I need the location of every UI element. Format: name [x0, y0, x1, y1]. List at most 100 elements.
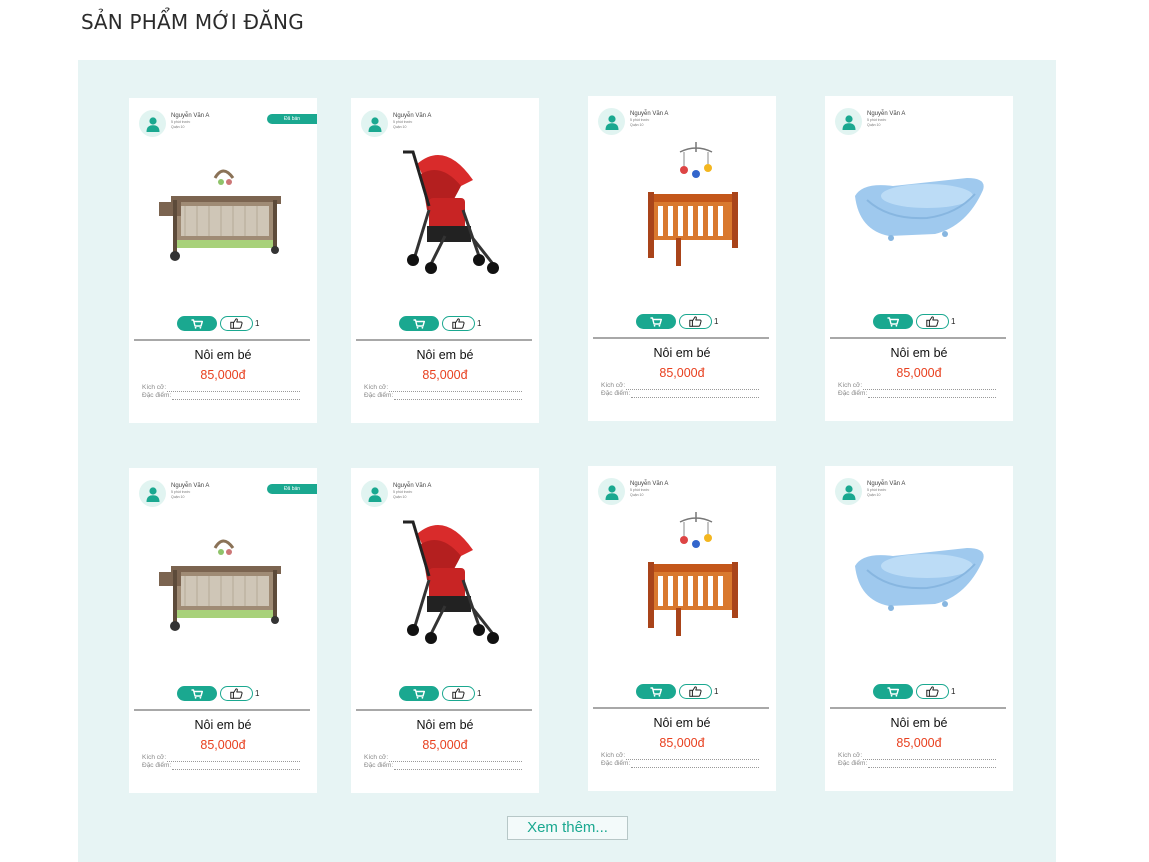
product-image-bathtub[interactable]: [849, 138, 989, 278]
like-count: 1: [951, 317, 956, 326]
like-button[interactable]: [916, 684, 949, 699]
product-image-bathtub[interactable]: [849, 508, 989, 648]
seller-name[interactable]: Nguyễn Văn A: [393, 113, 431, 119]
seller-name[interactable]: Nguyễn Văn A: [171, 483, 209, 489]
like-button[interactable]: [442, 686, 475, 701]
posted-time: 5 phút trước: [867, 487, 887, 492]
like-count: 1: [255, 689, 260, 698]
product-actions: 1: [636, 684, 718, 699]
product-card[interactable]: Nguyễn Văn A 5 phút trước Quận 10 Đã bán: [129, 98, 317, 423]
like-count: 1: [714, 687, 719, 696]
product-image-crib[interactable]: [612, 508, 752, 648]
product-image-playpen[interactable]: [153, 510, 293, 650]
user-icon: [835, 478, 862, 505]
product-name[interactable]: Nôi em bé: [129, 718, 317, 732]
seller-name[interactable]: Nguyễn Văn A: [630, 481, 668, 487]
add-to-cart-button[interactable]: [177, 316, 217, 331]
product-price: 85,000đ: [422, 368, 468, 382]
product-name[interactable]: Nôi em bé: [825, 346, 1013, 360]
features-label: Đặc điểm:: [601, 390, 631, 397]
seller-info[interactable]: Nguyễn Văn A 5 phút trước Quận 10: [835, 478, 905, 505]
seller-location: Quận 10: [630, 492, 644, 497]
like-button[interactable]: [220, 686, 253, 701]
product-card[interactable]: Nguyễn Văn A 5 phút trước Quận 10 1 Nôi …: [825, 96, 1013, 421]
product-price: 85,000đ: [200, 368, 246, 382]
add-to-cart-button[interactable]: [399, 316, 439, 331]
see-more-button[interactable]: Xem thêm...: [507, 816, 628, 840]
add-to-cart-button[interactable]: [873, 684, 913, 699]
thumbs-up-icon: [452, 318, 465, 329]
user-icon: [139, 110, 166, 137]
product-name[interactable]: Nôi em bé: [588, 716, 776, 730]
product-card[interactable]: Nguyễn Văn A 5 phút trước Quận 10 Đã bán: [129, 468, 317, 793]
like-button[interactable]: [679, 314, 712, 329]
spec-features: Đặc điểm:: [838, 390, 996, 398]
divider: [593, 707, 769, 709]
add-to-cart-button[interactable]: [873, 314, 913, 329]
add-to-cart-button[interactable]: [177, 686, 217, 701]
product-actions: 1: [177, 316, 259, 331]
spec-size: Kích cỡ:: [142, 384, 300, 392]
product-card[interactable]: Nguyễn Văn A 5 phút trước Quận 10 1 Nôi …: [825, 466, 1013, 791]
add-to-cart-button[interactable]: [399, 686, 439, 701]
spec-features: Đặc điểm:: [838, 760, 996, 768]
product-image-crib[interactable]: [612, 138, 752, 278]
seller-info[interactable]: Nguyễn Văn A 5 phút trước Quận 10: [598, 478, 668, 505]
product-image-playpen[interactable]: [153, 140, 293, 280]
seller-info[interactable]: Nguyễn Văn A 5 phút trước Quận 10: [598, 108, 668, 135]
seller-location: Quận 10: [171, 494, 185, 499]
spec-size: Kích cỡ:: [364, 384, 522, 392]
seller-name[interactable]: Nguyễn Văn A: [171, 113, 209, 119]
posted-time: 5 phút trước: [630, 487, 650, 492]
product-image-stroller[interactable]: [375, 140, 515, 280]
sold-badge: Đã bán: [267, 114, 317, 124]
seller-name[interactable]: Nguyễn Văn A: [393, 483, 431, 489]
seller-info[interactable]: Nguyễn Văn A 5 phút trước Quận 10: [139, 480, 209, 507]
product-card[interactable]: Nguyễn Văn A 5 phút trước Quận 10 1 Nôi …: [588, 96, 776, 421]
user-icon: [361, 110, 388, 137]
seller-info[interactable]: Nguyễn Văn A 5 phút trước Quận 10: [361, 110, 431, 137]
like-button[interactable]: [679, 684, 712, 699]
add-to-cart-button[interactable]: [636, 684, 676, 699]
spec-size: Kích cỡ:: [364, 754, 522, 762]
like-count: 1: [951, 687, 956, 696]
product-actions: 1: [177, 686, 259, 701]
add-to-cart-button[interactable]: [636, 314, 676, 329]
user-icon: [598, 108, 625, 135]
product-name[interactable]: Nôi em bé: [351, 718, 539, 732]
product-card[interactable]: Nguyễn Văn A 5 phút trước Quận 10 1 Nôi …: [588, 466, 776, 791]
product-card[interactable]: Nguyễn Văn A 5 phút trước Quận 10 1 Nôi …: [351, 98, 539, 423]
seller-location: Quận 10: [867, 492, 881, 497]
product-card[interactable]: Nguyễn Văn A 5 phút trước Quận 10 1 Nôi …: [351, 468, 539, 793]
posted-time: 5 phút trước: [630, 117, 650, 122]
spec-size: Kích cỡ:: [601, 382, 759, 390]
features-label: Đặc điểm:: [364, 762, 394, 769]
user-icon: [598, 478, 625, 505]
product-price: 85,000đ: [896, 736, 942, 750]
product-actions: 1: [636, 314, 718, 329]
seller-name[interactable]: Nguyễn Văn A: [630, 111, 668, 117]
like-button[interactable]: [220, 316, 253, 331]
like-button[interactable]: [916, 314, 949, 329]
seller-name[interactable]: Nguyễn Văn A: [867, 481, 905, 487]
size-label: Kích cỡ:: [142, 384, 167, 391]
product-name[interactable]: Nôi em bé: [129, 348, 317, 362]
seller-info[interactable]: Nguyễn Văn A 5 phút trước Quận 10: [361, 480, 431, 507]
seller-name[interactable]: Nguyễn Văn A: [867, 111, 905, 117]
user-icon: [835, 108, 862, 135]
spec-features: Đặc điểm:: [364, 762, 522, 770]
cart-icon: [191, 688, 203, 699]
product-actions: 1: [399, 316, 481, 331]
seller-info[interactable]: Nguyễn Văn A 5 phút trước Quận 10: [835, 108, 905, 135]
posted-time: 5 phút trước: [393, 119, 413, 124]
like-button[interactable]: [442, 316, 475, 331]
product-image-stroller[interactable]: [375, 510, 515, 650]
thumbs-up-icon: [452, 688, 465, 699]
size-label: Kích cỡ:: [601, 382, 626, 389]
product-name[interactable]: Nôi em bé: [825, 716, 1013, 730]
product-name[interactable]: Nôi em bé: [351, 348, 539, 362]
product-name[interactable]: Nôi em bé: [588, 346, 776, 360]
seller-info[interactable]: Nguyễn Văn A 5 phút trước Quận 10: [139, 110, 209, 137]
features-label: Đặc điểm:: [601, 760, 631, 767]
sold-badge: Đã bán: [267, 484, 317, 494]
